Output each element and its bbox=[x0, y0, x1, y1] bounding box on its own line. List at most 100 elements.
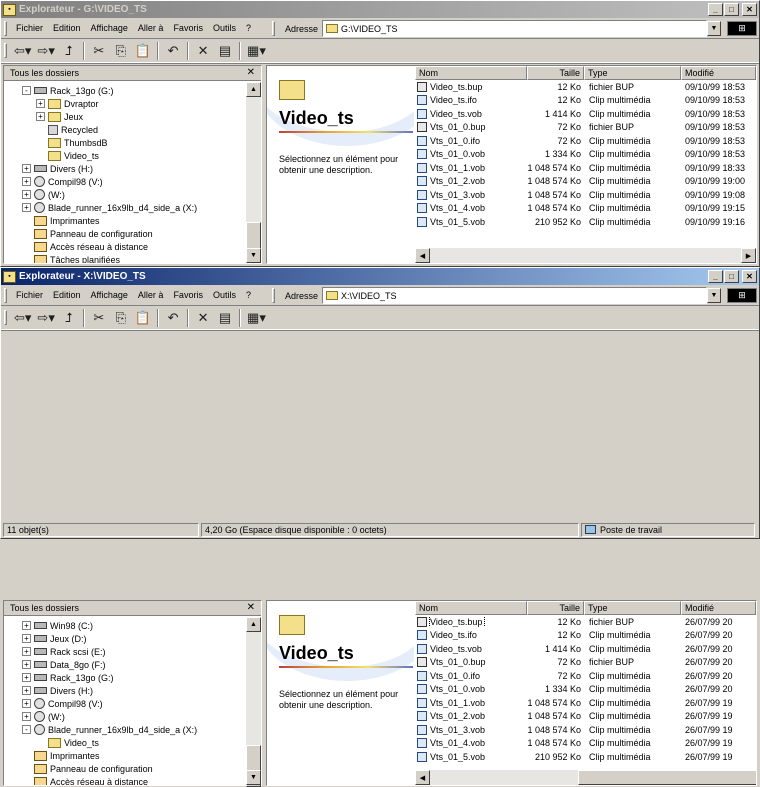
file-row[interactable]: Vts_01_0.bup 72 Ko fichier BUP 09/10/99 18:… bbox=[415, 121, 756, 135]
address-input[interactable]: G:\VIDEO_TS bbox=[322, 20, 707, 37]
menu-fichier[interactable]: Fichier bbox=[11, 23, 48, 33]
menu-edition[interactable]: Edition bbox=[48, 290, 86, 300]
column-header-size[interactable]: Taille bbox=[527, 66, 584, 80]
minimize-button[interactable]: _ bbox=[708, 3, 723, 16]
scroll-left-button[interactable]: ◀ bbox=[415, 770, 430, 785]
paste-button[interactable]: 📋 bbox=[132, 41, 154, 61]
tree-item[interactable]: - Blade_runner_16x9lb_d4_side_a (X:) bbox=[4, 723, 246, 736]
address-dropdown-button[interactable]: ▼ bbox=[707, 21, 721, 36]
expand-icon[interactable]: + bbox=[22, 203, 31, 212]
file-row[interactable]: Video_ts.vob 1 414 Ko Clip multimédia 26/07… bbox=[415, 642, 756, 656]
file-row[interactable]: Video_ts.ifo 12 Ko Clip multimédia 09/10/99… bbox=[415, 94, 756, 108]
column-header-type[interactable]: Type bbox=[584, 66, 681, 80]
forward-button[interactable]: ⇨▾ bbox=[34, 308, 57, 328]
menu-grip[interactable] bbox=[4, 20, 7, 36]
file-row[interactable]: Video_ts.vob 1 414 Ko Clip multimédia 09/10… bbox=[415, 107, 756, 121]
expand-icon[interactable]: + bbox=[22, 686, 31, 695]
tree-item[interactable]: Accès réseau à distance bbox=[4, 775, 246, 785]
file-row[interactable]: Vts_01_4.vob 1 048 574 Ko Clip multimédia 2… bbox=[415, 737, 756, 751]
menu-outils[interactable]: Outils bbox=[208, 23, 241, 33]
scroll-right-button[interactable]: ▶ bbox=[741, 248, 756, 263]
expand-icon[interactable]: + bbox=[36, 112, 45, 121]
file-row[interactable]: Vts_01_2.vob 1 048 574 Ko Clip multimédia 0… bbox=[415, 175, 756, 189]
views-button[interactable]: ▦▾ bbox=[244, 308, 269, 328]
delete-button[interactable]: ✕ bbox=[192, 308, 214, 328]
expand-icon[interactable]: + bbox=[22, 660, 31, 669]
menu-edition[interactable]: Edition bbox=[48, 23, 86, 33]
paste-button[interactable]: 📋 bbox=[132, 308, 154, 328]
column-header-name[interactable]: Nom bbox=[415, 601, 527, 615]
expand-icon[interactable]: + bbox=[22, 647, 31, 656]
menu-aller-a[interactable]: Aller à bbox=[133, 290, 169, 300]
tree-item[interactable]: Recycled bbox=[4, 123, 246, 136]
maximize-button[interactable]: □ bbox=[724, 3, 739, 16]
expand-icon[interactable]: + bbox=[22, 634, 31, 643]
tree-item[interactable]: + Rack_13go (G:) bbox=[4, 671, 246, 684]
tree-scrollbar[interactable]: ▲ ▼ bbox=[246, 617, 261, 787]
address-grip[interactable] bbox=[272, 21, 275, 36]
cut-button[interactable]: ✂ bbox=[88, 308, 110, 328]
cut-button[interactable]: ✂ bbox=[88, 41, 110, 61]
menu-fichier[interactable]: Fichier bbox=[11, 290, 48, 300]
file-row[interactable]: Vts_01_3.vob 1 048 574 Ko Clip multimédia 2… bbox=[415, 723, 756, 737]
column-header-name[interactable]: Nom bbox=[415, 66, 527, 80]
close-button[interactable]: ✕ bbox=[742, 3, 757, 16]
title-bar[interactable]: ▪ Explorateur - G:\VIDEO_TS _ □ ✕ bbox=[1, 1, 759, 18]
file-row[interactable]: Vts_01_2.vob 1 048 574 Ko Clip multimédia 2… bbox=[415, 710, 756, 724]
tree-item[interactable]: + Divers (H:) bbox=[4, 684, 246, 697]
file-row[interactable]: Vts_01_1.vob 1 048 574 Ko Clip multimédia 2… bbox=[415, 696, 756, 710]
column-header-modified[interactable]: Modifié bbox=[681, 66, 756, 80]
column-header-type[interactable]: Type bbox=[584, 601, 681, 615]
up-folder-button[interactable]: ⮥ bbox=[58, 41, 80, 61]
tree-item[interactable]: + Compil98 (V:) bbox=[4, 697, 246, 710]
file-row[interactable]: Vts_01_5.vob 210 952 Ko Clip multimédia 26/… bbox=[415, 750, 756, 764]
maximize-button[interactable]: □ bbox=[724, 270, 739, 283]
menu-grip[interactable] bbox=[4, 287, 7, 303]
tree-item[interactable]: - Rack_13go (G:) bbox=[4, 84, 246, 97]
copy-button[interactable]: ⎘ bbox=[110, 308, 132, 328]
properties-button[interactable]: ▤ bbox=[214, 41, 236, 61]
address-input[interactable]: X:\VIDEO_TS bbox=[322, 287, 707, 304]
expand-icon[interactable]: + bbox=[22, 712, 31, 721]
address-grip[interactable] bbox=[272, 288, 275, 303]
forward-button[interactable]: ⇨▾ bbox=[34, 41, 57, 61]
expand-icon[interactable]: + bbox=[36, 99, 45, 108]
tree-item[interactable]: + Jeux (D:) bbox=[4, 632, 246, 645]
delete-button[interactable]: ✕ bbox=[192, 41, 214, 61]
address-dropdown-button[interactable]: ▼ bbox=[707, 288, 721, 303]
tree-item[interactable]: + Rack scsi (E:) bbox=[4, 645, 246, 658]
scroll-down-button[interactable]: ▼ bbox=[246, 248, 261, 263]
file-row[interactable]: Vts_01_0.bup 72 Ko fichier BUP 26/07/99 20 bbox=[415, 656, 756, 670]
file-row[interactable]: Vts_01_4.vob 1 048 574 Ko Clip multimédia 0… bbox=[415, 202, 756, 216]
tree-scrollbar[interactable]: ▲ ▼ bbox=[246, 82, 261, 263]
copy-button[interactable]: ⎘ bbox=[110, 41, 132, 61]
scroll-down-button[interactable]: ▼ bbox=[246, 770, 261, 785]
file-list-hscrollbar[interactable]: ◀ ▶ bbox=[415, 770, 756, 785]
back-button[interactable]: ⇦▾ bbox=[11, 41, 34, 61]
scroll-left-button[interactable]: ◀ bbox=[415, 248, 430, 263]
tree-item[interactable]: + Jeux bbox=[4, 110, 246, 123]
tree-item[interactable]: ThumbsdB bbox=[4, 136, 246, 149]
expand-icon[interactable]: + bbox=[22, 190, 31, 199]
menu-help[interactable]: ? bbox=[241, 290, 256, 300]
expand-icon[interactable]: + bbox=[22, 621, 31, 630]
tree-item[interactable]: Imprimantes bbox=[4, 749, 246, 762]
back-button[interactable]: ⇦▾ bbox=[11, 308, 34, 328]
expand-icon[interactable]: + bbox=[22, 164, 31, 173]
file-row[interactable]: Vts_01_0.vob 1 334 Ko Clip multimédia 09/10… bbox=[415, 148, 756, 162]
scroll-up-button[interactable]: ▲ bbox=[246, 82, 261, 97]
toolbar-grip[interactable] bbox=[4, 43, 7, 58]
tree-item[interactable]: Accès réseau à distance bbox=[4, 240, 246, 253]
properties-button[interactable]: ▤ bbox=[214, 308, 236, 328]
file-row[interactable]: Vts_01_0.vob 1 334 Ko Clip multimédia 26/07… bbox=[415, 683, 756, 697]
tree-item[interactable]: Video_ts bbox=[4, 736, 246, 749]
collapse-icon[interactable]: - bbox=[22, 86, 31, 95]
file-list-hscrollbar[interactable]: ◀ ▶ bbox=[415, 248, 756, 263]
file-row[interactable]: Video_ts.bup 12 Ko fichier BUP 26/07/99 20 bbox=[415, 615, 756, 629]
tree-item[interactable]: + (W:) bbox=[4, 710, 246, 723]
tree-item[interactable]: + (W:) bbox=[4, 188, 246, 201]
tree-item[interactable]: + Dvraptor bbox=[4, 97, 246, 110]
column-header-modified[interactable]: Modifié bbox=[681, 601, 756, 615]
tree-item[interactable]: + Divers (H:) bbox=[4, 162, 246, 175]
undo-button[interactable]: ↶ bbox=[162, 41, 184, 61]
